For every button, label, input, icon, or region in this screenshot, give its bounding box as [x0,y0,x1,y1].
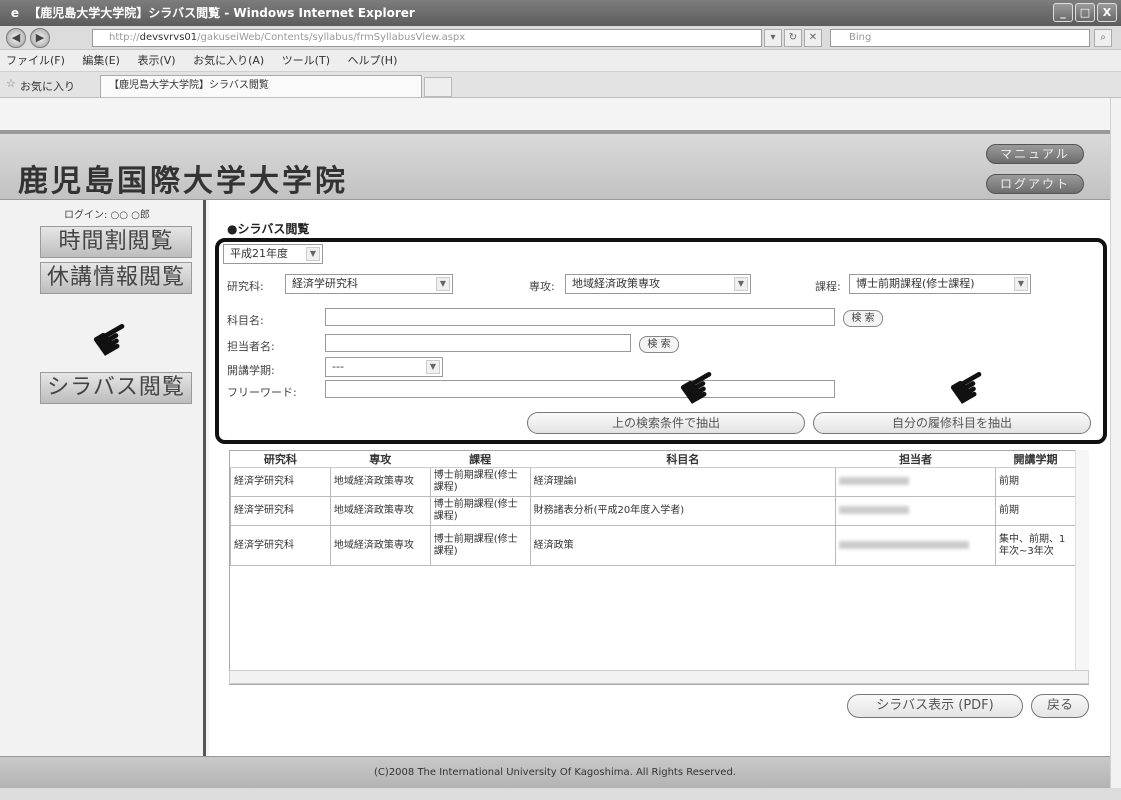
main-content: ●シラバス閲覧 平成21年度 ▼ 研究科: 経済学研究科 ▼ 専攻: 地域経済政策専… [209,200,1110,756]
tab-current[interactable]: 【鹿児島大学大学院】シラバス閲覧 [100,75,422,97]
cell-subject: 財務諸表分析(平成20年度入学者) [529,496,837,526]
menu-bar: ファイル(F) 編集(E) 表示(V) お気に入り(A) ツール(T) ヘルプ(… [0,50,1121,72]
sidebar-item-cancellation[interactable]: 休講情報閲覧 [40,262,192,294]
cell-subject: 経済理論Ⅰ [529,467,837,497]
column-header: 研究科 [230,451,331,468]
cell-teacher [835,467,997,497]
menu-help[interactable]: ヘルプ(H) [348,54,398,67]
address-bar: ◀ ▶ http://devsvrvs01/gakuseiWeb/Content… [0,26,1121,50]
column-header: 科目名 [530,451,836,468]
cell-teacher [835,496,997,526]
table-horizontal-scrollbar[interactable] [229,670,1089,684]
cell-course: 博士前期課程(修士課程) [429,496,531,526]
minimize-button[interactable]: _ [1053,3,1073,22]
ie-icon: e [10,6,20,20]
table-vertical-scrollbar[interactable] [1075,450,1089,670]
cell-major: 地域経済政策専攻 [329,496,431,526]
sidebar: ログイン: ○○ ○郎 時間割閲覧 休講情報閲覧 ☛ シラバス閲覧 [0,200,206,756]
cell-course: 博士前期課程(修士課程) [429,525,531,566]
page-scrollbar[interactable] [1110,98,1121,800]
tab-new[interactable] [424,77,452,97]
url-path: /gakuseiWeb/Contents/syllabus/frmSyllabu… [197,32,466,43]
menu-file[interactable]: ファイル(F) [6,54,65,67]
pointing-hand-icon: ☛ [81,305,144,373]
close-button[interactable]: X [1097,3,1117,22]
back-button[interactable]: 戻る [1031,694,1089,718]
redacted-text [839,477,910,485]
footer: (C)2008 The International University Of … [0,756,1110,788]
status-bar [0,788,1121,800]
results-table: 研究科 専攻 課程 科目名 担当者 開講学期 経済学研究科 地域経済政策専攻 博… [230,451,1076,566]
cell-major: 地域経済政策専攻 [329,467,431,497]
results-table-container: 研究科 専攻 課程 科目名 担当者 開講学期 経済学研究科 地域経済政策専攻 博… [229,450,1089,685]
window-controls: _ □ X [1053,3,1117,22]
cell-major: 地域経済政策専攻 [329,525,431,566]
menu-favorites[interactable]: お気に入り(A) [193,54,264,67]
logout-button[interactable]: ログアウト [986,174,1084,194]
stop-icon[interactable]: ✕ [804,29,822,47]
title-bar: e 【鹿児島大学大学院】シラバス閲覧 - Windows Internet Ex… [0,0,1121,26]
cell-subject: 経済政策 [529,525,837,566]
site-title: 鹿児島国際大学大学院 [18,164,348,199]
dropdown-icon[interactable]: ▾ [764,29,782,47]
cell-term: 前期 [995,496,1076,526]
forward-arrow-icon[interactable]: ▶ [30,28,50,48]
manual-button[interactable]: マニュアル [986,144,1084,164]
redacted-text [839,540,970,549]
column-header: 課程 [430,451,531,468]
refresh-icon[interactable]: ↻ [784,29,802,47]
sidebar-item-timetable[interactable]: 時間割閲覧 [40,226,192,258]
table-row[interactable]: 経済学研究科 地域経済政策専攻 博士前期課程(修士課程) 経済政策 集中、前期、… [230,525,1076,566]
url-prefix: http:// [109,32,140,43]
favorites-label[interactable]: お気に入り [20,78,75,94]
maximize-button[interactable]: □ [1075,3,1095,22]
menu-view[interactable]: 表示(V) [137,54,175,67]
table-row[interactable]: 経済学研究科 地域経済政策専攻 博士前期課程(修士課程) 財務諸表分析(平成20… [230,496,1076,526]
menu-edit[interactable]: 編集(E) [82,54,120,67]
pdf-view-button[interactable]: シラバス表示 (PDF) [847,694,1023,718]
cell-course: 博士前期課程(修士課程) [429,467,531,497]
menu-tools[interactable]: ツール(T) [282,54,330,67]
login-info: ログイン: ○○ ○郎 [64,210,150,221]
site-header: 鹿児島国際大学大学院 マニュアル ログアウト [0,130,1110,200]
cell-school: 経済学研究科 [230,496,331,526]
back-arrow-icon[interactable]: ◀ [6,28,26,48]
cell-term: 前期 [995,467,1076,497]
table-header-row: 研究科 専攻 課程 科目名 担当者 開講学期 [230,451,1076,468]
highlight-frame [215,238,1107,444]
search-icon[interactable]: ⌕ [1094,29,1112,47]
url-input[interactable]: http://devsvrvs01/gakuseiWeb/Contents/sy… [92,29,762,47]
redacted-text [839,506,910,514]
window-title: 【鹿児島大学大学院】シラバス閲覧 - Windows Internet Expl… [28,6,415,20]
cell-term: 集中、前期、1年次~3年次 [995,525,1076,566]
table-row[interactable]: 経済学研究科 地域経済政策専攻 博士前期課程(修士課程) 経済理論Ⅰ 前期 [230,467,1076,497]
star-icon[interactable]: ☆ [6,77,16,90]
cell-school: 経済学研究科 [230,525,331,566]
sidebar-item-syllabus[interactable]: シラバス閲覧 [40,372,192,404]
browser-window: e 【鹿児島大学大学院】シラバス閲覧 - Windows Internet Ex… [0,0,1121,800]
column-header: 開講学期 [995,451,1076,468]
column-header: 専攻 [330,451,431,468]
column-header: 担当者 [835,451,996,468]
cell-teacher [835,525,997,566]
section-title: ●シラバス閲覧 [227,222,310,236]
tab-title: 【鹿児島大学大学院】シラバス閲覧 [109,80,269,91]
cell-school: 経済学研究科 [230,467,331,497]
url-host: devsvrvs01 [139,32,198,43]
favorites-bar: ☆ お気に入り 【鹿児島大学大学院】シラバス閲覧 [0,72,1121,98]
search-input[interactable]: Bing [830,29,1090,47]
